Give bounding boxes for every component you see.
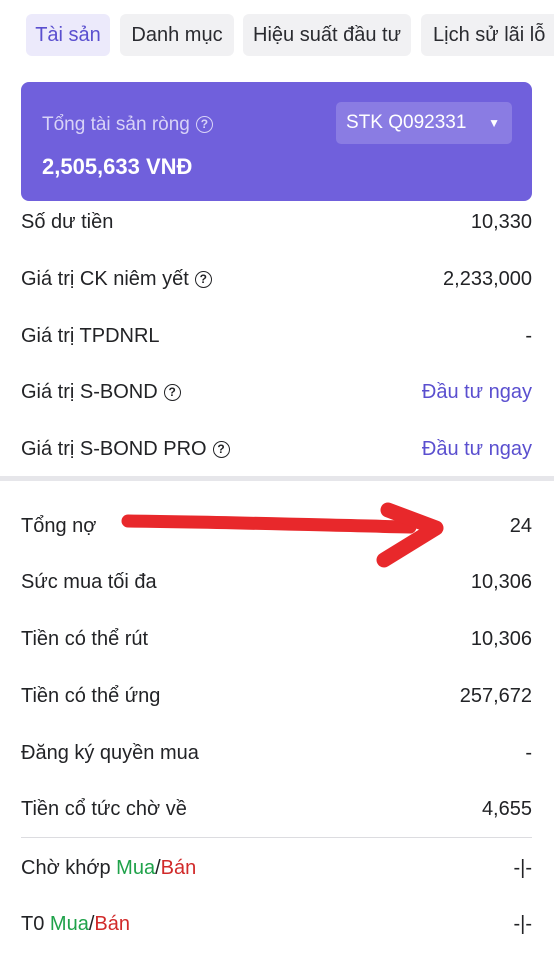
question-circle-icon[interactable]: ?	[194, 271, 212, 288]
tpdnrl-value: -	[525, 325, 532, 347]
pending-match-value-text: -|-	[513, 857, 532, 879]
sbond-pro-row: Giá trị S-BOND PRO? Đầu tư ngay	[21, 429, 532, 469]
question-circle-icon[interactable]: ?	[163, 384, 181, 401]
t0-row: T0 Mua/Bán -|-	[21, 904, 532, 944]
listed-securities-label: Giá trị CK niêm yết	[21, 268, 189, 290]
account-select[interactable]: STK Q092331 ▼	[336, 102, 512, 144]
net-assets-value: 2,505,633 VNĐ	[42, 154, 193, 179]
total-debt-row: Tổng nợ 24	[21, 506, 532, 546]
account-number: STK Q092331	[346, 112, 467, 133]
cash-balance-row: Số dư tiền 10,330	[21, 202, 532, 242]
pending-match-label: Chờ khớp Mua/Bán	[21, 848, 196, 888]
sell-label: Bán	[160, 857, 197, 879]
sell-label: Bán	[94, 913, 130, 935]
question-circle-icon[interactable]: ?	[195, 116, 213, 133]
caret-down-icon: ▼	[488, 116, 500, 130]
sbond-invest-link[interactable]: Đầu tư ngay	[422, 372, 532, 412]
withdrawable-value: 10,306	[470, 628, 532, 650]
sbond-pro-label-wrap: Giá trị S-BOND PRO?	[21, 429, 230, 469]
t0-value-text: -|-	[513, 913, 532, 935]
question-circle-icon[interactable]: ?	[212, 441, 230, 458]
sbond-pro-label: Giá trị S-BOND PRO	[21, 438, 207, 460]
tab-pnl-history[interactable]: Lịch sử lãi lỗ	[421, 14, 554, 56]
listed-securities-row: Giá trị CK niêm yết? 2,233,000	[21, 259, 532, 299]
max-buying-power-row: Sức mua tối đa 10,306	[21, 562, 532, 602]
rights-registration-value: -	[525, 742, 532, 764]
total-debt-value: 24	[509, 515, 532, 537]
section-divider	[0, 476, 554, 481]
withdrawable-label: Tiền có thể rút	[21, 628, 149, 650]
net-assets-card: Tổng tài sản ròng? 2,505,633 VNĐ STK Q09…	[21, 82, 532, 201]
tab-performance[interactable]: Hiệu suất đầu tư	[243, 14, 411, 56]
rights-registration-label: Đăng ký quyền mua	[21, 742, 199, 764]
advance-available-value: 257,672	[459, 685, 532, 707]
t0-prefix: T0	[21, 913, 50, 935]
pending-dividend-row: Tiền cổ tức chờ về 4,655	[21, 789, 532, 829]
withdrawable-row: Tiền có thể rút 10,306	[21, 619, 532, 659]
listed-securities-value: 2,233,000	[443, 268, 532, 290]
t0-label: T0 Mua/Bán	[21, 904, 130, 944]
tab-assets[interactable]: Tài sản	[26, 14, 110, 56]
net-assets-label-wrap: Tổng tài sản ròng?	[42, 114, 213, 136]
max-buying-power-value: 10,306	[470, 571, 532, 593]
tpdnrl-label: Giá trị TPDNRL	[21, 325, 160, 347]
pending-dividend-label: Tiền cổ tức chờ về	[21, 798, 187, 820]
cash-balance-value: 10,330	[470, 211, 532, 233]
tab-bar: Tài sản Danh mục Hiệu suất đầu tư Lịch s…	[0, 0, 554, 72]
pending-match-prefix: Chờ khớp	[21, 857, 117, 879]
net-assets-label: Tổng tài sản ròng	[42, 114, 190, 135]
advance-available-label: Tiền có thể ứng	[21, 685, 161, 707]
sbond-row: Giá trị S-BOND? Đầu tư ngay	[21, 372, 532, 412]
t0-value: -|-	[513, 904, 532, 944]
tab-portfolio[interactable]: Danh mục	[120, 14, 234, 56]
buy-label: Mua	[116, 857, 156, 879]
sbond-label: Giá trị S-BOND	[21, 381, 158, 403]
pending-match-row: Chờ khớp Mua/Bán -|-	[21, 848, 532, 888]
buy-label: Mua	[49, 913, 89, 935]
tpdnrl-row: Giá trị TPDNRL -	[21, 316, 532, 356]
pending-dividend-value: 4,655	[481, 798, 532, 820]
listed-securities-label-wrap: Giá trị CK niêm yết?	[21, 259, 212, 299]
rights-registration-row: Đăng ký quyền mua -	[21, 733, 532, 773]
total-debt-label: Tổng nợ	[21, 515, 97, 537]
cash-balance-label: Số dư tiền	[21, 211, 114, 233]
row-divider	[21, 837, 532, 838]
pending-match-value: -|-	[513, 848, 532, 888]
max-buying-power-label: Sức mua tối đa	[21, 571, 157, 593]
sbond-pro-invest-link[interactable]: Đầu tư ngay	[422, 429, 532, 469]
sbond-label-wrap: Giá trị S-BOND?	[21, 372, 181, 412]
advance-available-row: Tiền có thể ứng 257,672	[21, 676, 532, 716]
